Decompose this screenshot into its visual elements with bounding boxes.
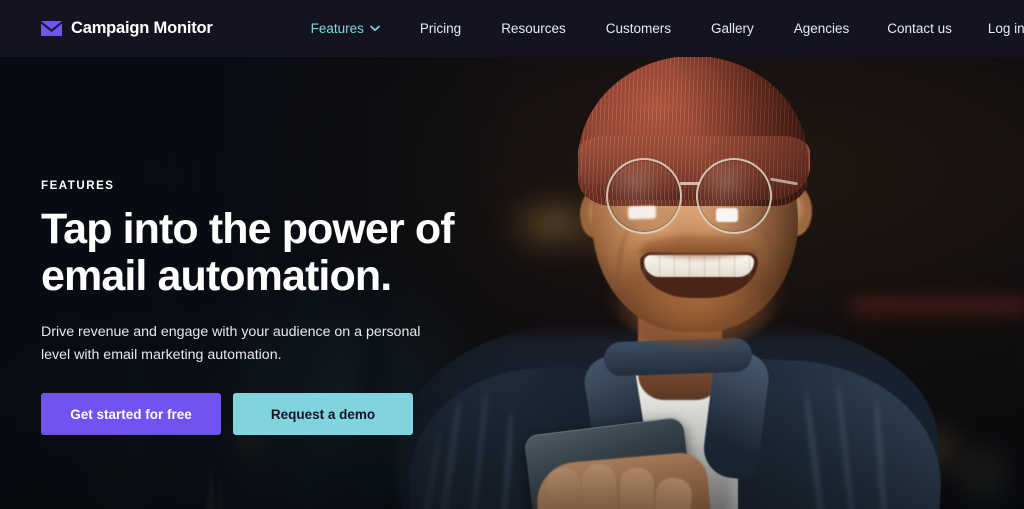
nav-link-log-in[interactable]: Log in xyxy=(970,21,1024,36)
get-started-for-free-button[interactable]: Get started for free xyxy=(41,393,221,436)
glasses-glare-right xyxy=(716,208,738,222)
nav-item-label: Resources xyxy=(501,21,566,36)
site-header: Campaign Monitor Features Pricing Resour… xyxy=(0,0,1024,57)
nav-item-resources[interactable]: Resources xyxy=(481,21,586,36)
nav-item-label: Agencies xyxy=(793,21,850,36)
hero-subcopy-line-2: with email marketing automation. xyxy=(74,347,282,364)
glasses-lens-left xyxy=(606,158,682,234)
nav-item-label: Gallery xyxy=(710,21,754,36)
nav-item-label: Features xyxy=(310,21,364,36)
envelope-logo-icon xyxy=(41,21,62,36)
brand-logo[interactable]: Campaign Monitor xyxy=(41,19,213,38)
nav-item-features[interactable]: Features xyxy=(291,21,400,36)
hero-headline: Tap into the power of email automation. xyxy=(41,206,511,299)
nav-item-label: Pricing xyxy=(419,21,462,36)
teeth-separations xyxy=(644,255,754,277)
nav-item-gallery[interactable]: Gallery xyxy=(691,21,774,36)
nav-item-customers[interactable]: Customers xyxy=(586,21,691,36)
chevron-down-icon xyxy=(370,25,380,32)
hero-content: FEATURES Tap into the power of email aut… xyxy=(41,180,511,436)
page-root: Campaign Monitor Features Pricing Resour… xyxy=(0,0,1024,509)
person-teeth xyxy=(644,255,754,277)
brand-name: Campaign Monitor xyxy=(71,19,213,37)
nav-link-contact-us[interactable]: Contact us xyxy=(869,21,970,36)
hero-subcopy: Drive revenue and engage with your audie… xyxy=(41,321,441,367)
secondary-navigation: Contact us Log in Try it free xyxy=(869,13,1024,44)
nav-item-agencies[interactable]: Agencies xyxy=(774,21,870,36)
glasses-lens-right xyxy=(696,158,772,234)
person-moustache xyxy=(642,236,756,258)
primary-navigation: Features Pricing Resources Customers Gal… xyxy=(291,21,870,36)
hero-headline-line-2: email automation. xyxy=(41,251,392,300)
nav-item-label: Customers xyxy=(605,21,671,36)
hero-headline-line-1: Tap into the power of xyxy=(41,205,455,253)
request-a-demo-button[interactable]: Request a demo xyxy=(233,393,413,436)
glasses-glare-left xyxy=(627,205,657,220)
nav-item-pricing[interactable]: Pricing xyxy=(400,21,481,36)
hero-eyebrow: FEATURES xyxy=(41,180,115,192)
glasses-bridge xyxy=(680,182,700,185)
hero-cta-row: Get started for free Request a demo xyxy=(41,393,511,436)
